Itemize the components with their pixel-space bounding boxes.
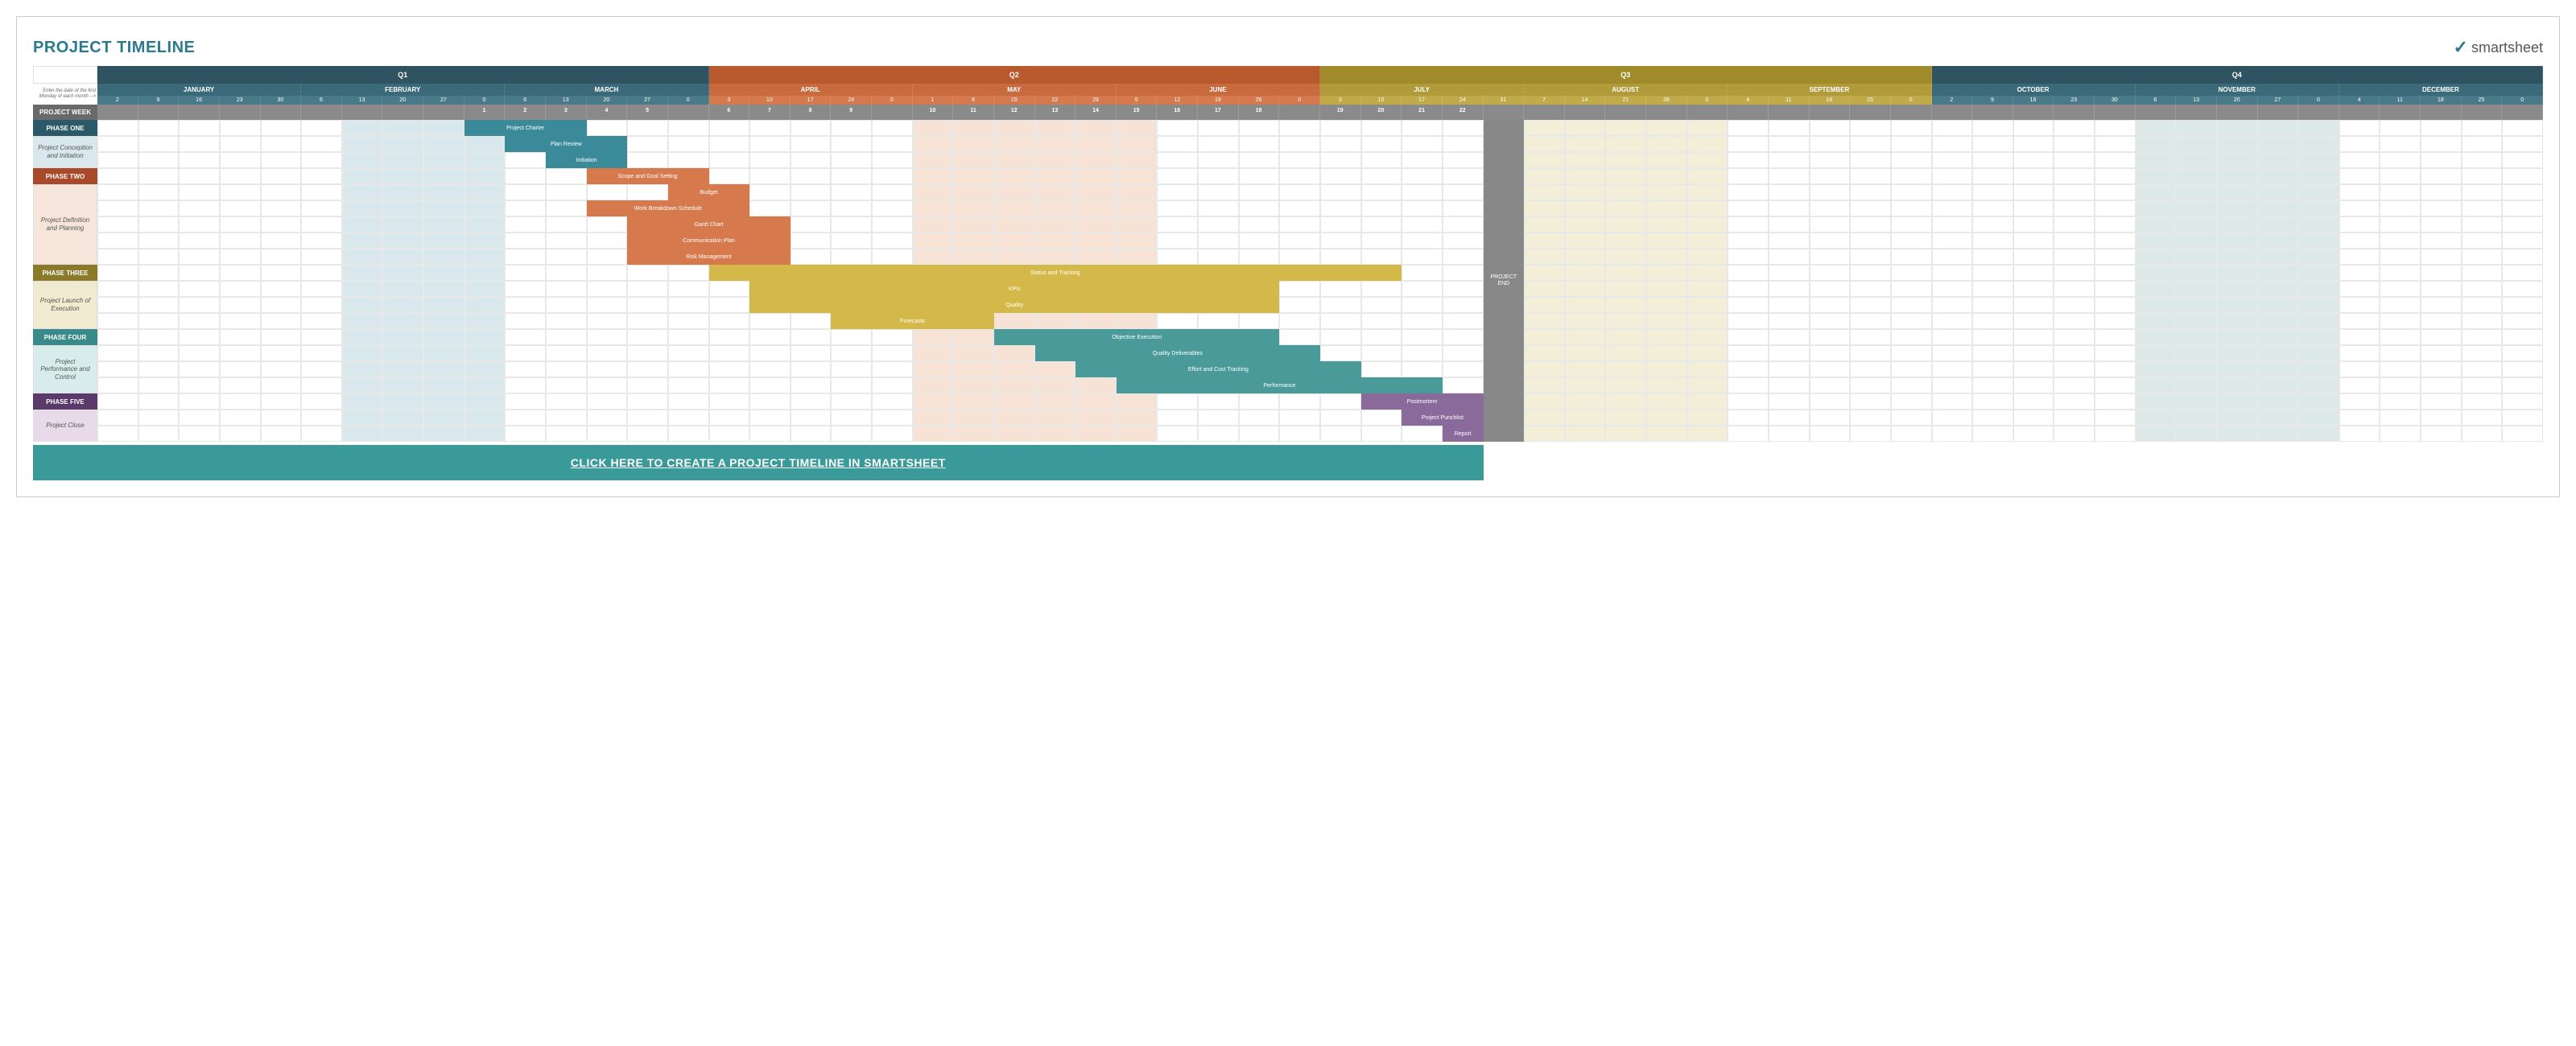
header: PROJECT TIMELINE ✓ smartsheet: [33, 37, 2543, 58]
smartsheet-logo: ✓ smartsheet: [2454, 37, 2543, 58]
check-icon: ✓: [2454, 37, 2468, 58]
project-end-marker: PROJECT END: [1484, 120, 1525, 442]
page-title: PROJECT TIMELINE: [33, 39, 195, 57]
logo-text: smartsheet: [2471, 39, 2543, 56]
cta-button[interactable]: CLICK HERE TO CREATE A PROJECT TIMELINE …: [33, 445, 1484, 480]
app-frame: PROJECT TIMELINE ✓ smartsheet Q1Q2Q3Q4En…: [16, 16, 2560, 497]
gantt-chart: Q1Q2Q3Q4Enter the date of the first Mond…: [33, 66, 2543, 442]
